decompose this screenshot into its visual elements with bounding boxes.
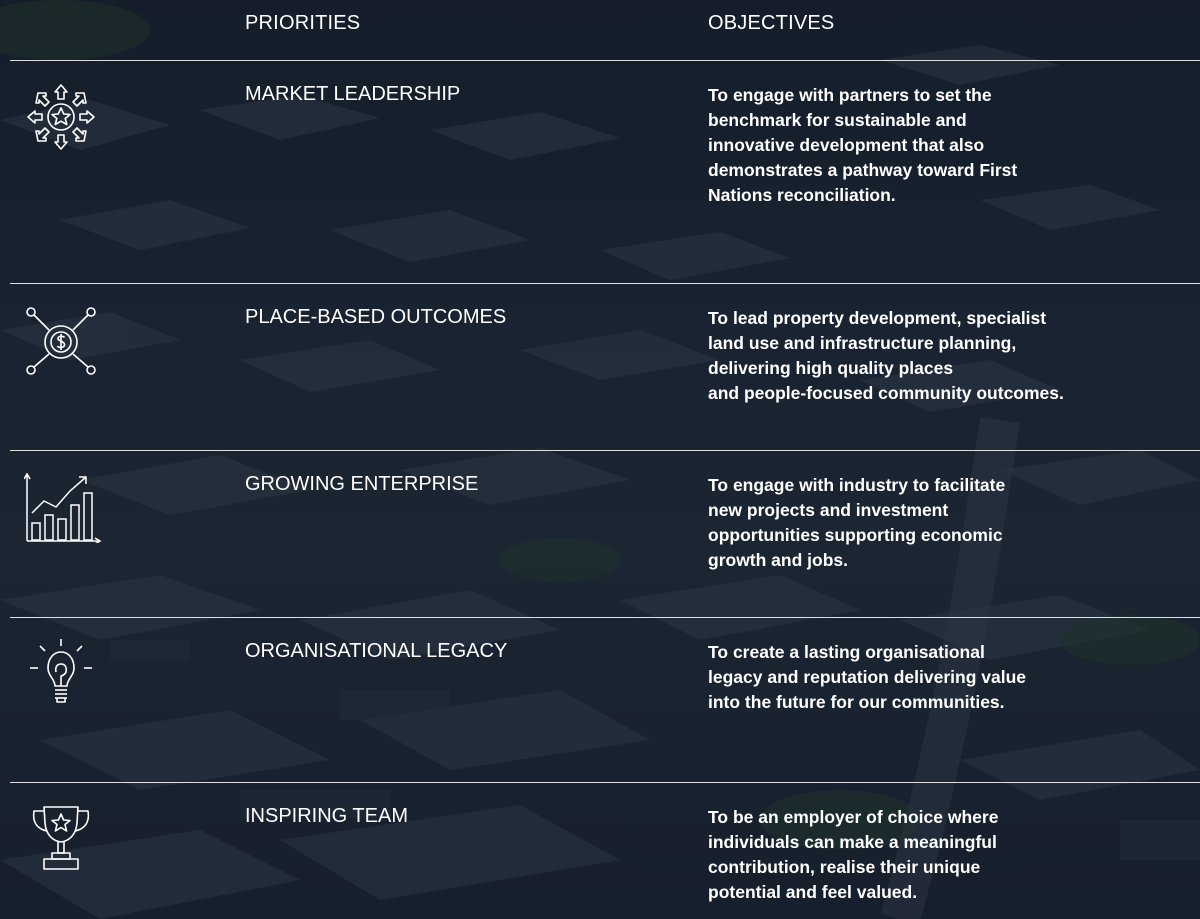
priority-row-inspiring-team: INSPIRING TEAM To be an employer of choi… bbox=[0, 783, 1200, 919]
objective-line: Nations reconciliation. bbox=[708, 185, 896, 205]
objectives-header: OBJECTIVES bbox=[708, 12, 835, 34]
objective-line: potential and feel valued. bbox=[708, 882, 918, 902]
objective-line: new projects and investment bbox=[708, 500, 949, 520]
objective-text: To engage with partners to set the bench… bbox=[708, 83, 1178, 208]
objective-line: opportunities supporting economic bbox=[708, 525, 1003, 545]
priority-title: MARKET LEADERSHIP bbox=[245, 83, 461, 105]
objective-line: innovative development that also bbox=[708, 135, 985, 155]
objective-line: and people-focused community outcomes. bbox=[708, 383, 1064, 403]
objective-text: To engage with industry to facilitate ne… bbox=[708, 473, 1178, 573]
objective-line: into the future for our communities. bbox=[708, 692, 1005, 712]
star-arrows-icon bbox=[22, 81, 100, 153]
priority-title: ORGANISATIONAL LEGACY bbox=[245, 640, 508, 662]
dollar-network-icon bbox=[22, 304, 100, 376]
priority-row-growing-enterprise: GROWING ENTERPRISE To engage with indust… bbox=[0, 451, 1200, 617]
objective-line: To create a lasting organisational bbox=[708, 642, 985, 662]
growth-chart-icon bbox=[23, 471, 102, 545]
priorities-header: PRIORITIES bbox=[245, 12, 361, 34]
priority-title: PLACE-BASED OUTCOMES bbox=[245, 306, 507, 328]
objective-line: To engage with partners to set the bbox=[708, 85, 992, 105]
objective-line: legacy and reputation delivering value bbox=[708, 667, 1027, 687]
objective-line: benchmark for sustainable and bbox=[708, 110, 967, 130]
objective-line: demonstrates a pathway toward First bbox=[708, 160, 1018, 180]
objective-line: To lead property development, specialist bbox=[708, 308, 1047, 328]
lightbulb-icon bbox=[22, 636, 100, 708]
priority-title: GROWING ENTERPRISE bbox=[245, 473, 479, 495]
objective-line: To engage with industry to facilitate bbox=[708, 475, 1006, 495]
priority-row-market-leadership: MARKET LEADERSHIP To engage with partner… bbox=[0, 61, 1200, 283]
priority-row-place-based-outcomes: PLACE-BASED OUTCOMES To lead property de… bbox=[0, 284, 1200, 450]
priorities-table: PRIORITIES OBJECTIVES MARKET LEADERSHIP bbox=[0, 0, 1200, 919]
objective-text: To lead property development, specialist… bbox=[708, 306, 1178, 406]
priority-title: INSPIRING TEAM bbox=[245, 805, 408, 827]
objective-text: To be an employer of choice where indivi… bbox=[708, 805, 1178, 905]
objective-line: To be an employer of choice where bbox=[708, 807, 999, 827]
objective-line: growth and jobs. bbox=[708, 550, 848, 570]
objective-text: To create a lasting organisational legac… bbox=[708, 640, 1178, 715]
objective-line: delivering high quality places bbox=[708, 358, 954, 378]
objective-line: individuals can make a meaningful bbox=[708, 832, 997, 852]
priority-row-organisational-legacy: ORGANISATIONAL LEGACY To create a lastin… bbox=[0, 618, 1200, 782]
objective-line: contribution, realise their unique bbox=[708, 857, 981, 877]
trophy-icon bbox=[22, 801, 100, 873]
objective-line: land use and infrastructure planning, bbox=[708, 333, 1017, 353]
